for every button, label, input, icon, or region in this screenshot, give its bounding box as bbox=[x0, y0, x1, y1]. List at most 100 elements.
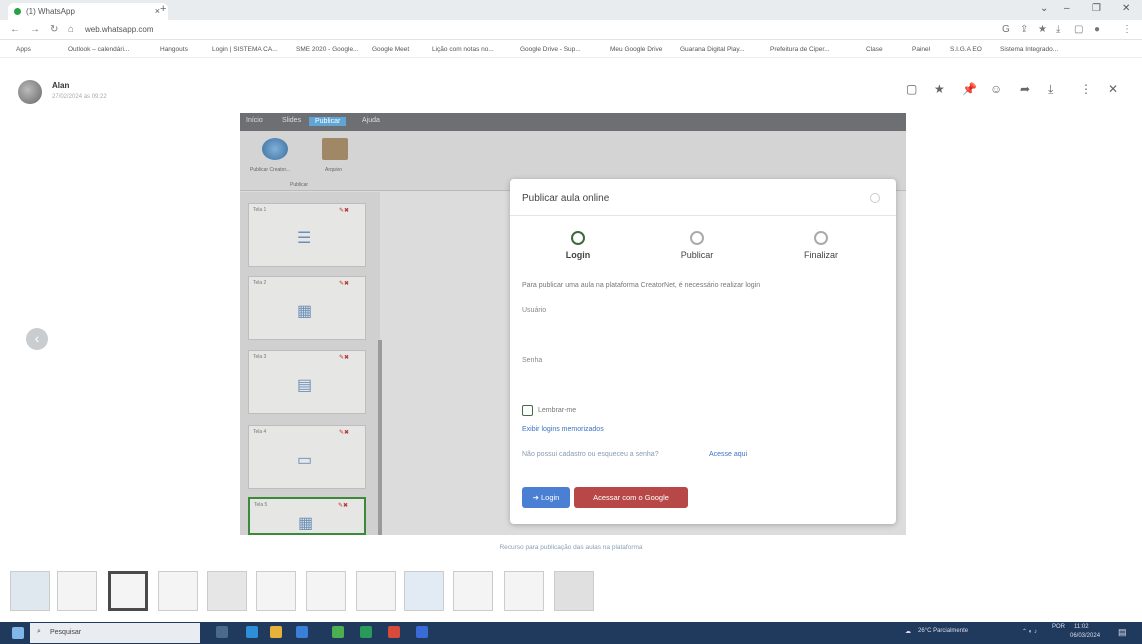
weather-text[interactable]: 26°C Parcialmente bbox=[918, 628, 968, 634]
bookmark-item[interactable]: Outlook – calendári... bbox=[68, 46, 129, 53]
media-thumbnail[interactable] bbox=[57, 571, 97, 611]
close-viewer-icon[interactable]: ✕ bbox=[1108, 82, 1118, 96]
mail-icon[interactable] bbox=[296, 626, 308, 638]
more-options-icon[interactable]: ⋮ bbox=[1080, 82, 1092, 96]
home-icon[interactable]: ⌂ bbox=[68, 24, 74, 35]
new-tab-icon[interactable]: + bbox=[160, 3, 166, 15]
close-window-icon[interactable]: ✕ bbox=[1122, 3, 1130, 14]
media-thumbnail[interactable] bbox=[356, 571, 396, 611]
access-here-link[interactable]: Acesse aqui bbox=[709, 451, 747, 458]
archive-icon[interactable] bbox=[322, 138, 348, 160]
back-icon[interactable]: ← bbox=[10, 24, 20, 35]
whatsapp-favicon-icon bbox=[14, 8, 21, 15]
menu-inicio[interactable]: Início bbox=[246, 117, 263, 124]
saved-logins-link[interactable]: Exibir logins memorizados bbox=[522, 426, 604, 433]
password-field[interactable] bbox=[522, 370, 882, 388]
menu-publicar[interactable]: Publicar bbox=[309, 117, 347, 126]
bookmark-item[interactable]: Sistema Integrado... bbox=[1000, 46, 1058, 53]
google-lens-icon[interactable]: G bbox=[1002, 24, 1010, 35]
slide-actions-icon[interactable]: ✎✖ bbox=[338, 502, 348, 509]
chat-icon[interactable]: ▢ bbox=[906, 82, 917, 96]
slide-actions-icon[interactable]: ✎✖ bbox=[339, 354, 349, 361]
bookmark-item[interactable]: Hangouts bbox=[160, 46, 188, 53]
bookmark-item[interactable]: Apps bbox=[16, 46, 31, 53]
media-thumbnail[interactable] bbox=[554, 571, 594, 611]
edge-icon[interactable] bbox=[246, 626, 258, 638]
word-icon[interactable] bbox=[416, 626, 428, 638]
language-indicator[interactable]: POR bbox=[1052, 624, 1065, 630]
slides-scrollbar[interactable] bbox=[378, 340, 382, 535]
share-icon[interactable]: ⇪ bbox=[1020, 24, 1028, 35]
slide-thumb[interactable]: Tela 4 ✎✖ ▭ bbox=[248, 425, 366, 489]
bookmark-item[interactable]: Meu Google Drive bbox=[610, 46, 662, 53]
dialog-divider bbox=[510, 215, 896, 216]
media-thumbnail[interactable] bbox=[453, 571, 493, 611]
login-button[interactable]: ➔ Login bbox=[522, 487, 570, 508]
browser-menu-icon[interactable]: ⋮ bbox=[1122, 24, 1132, 35]
download-icon[interactable]: ⤓ bbox=[1056, 24, 1060, 35]
restore-icon[interactable]: ❐ bbox=[1092, 3, 1101, 14]
bookmark-item[interactable]: Login | SISTEMA CA... bbox=[212, 46, 278, 53]
taskbar-search[interactable]: ⌕ Pesquisar bbox=[30, 623, 200, 643]
menu-ajuda[interactable]: Ajuda bbox=[362, 117, 380, 124]
task-view-icon[interactable] bbox=[216, 626, 228, 638]
browser-tab[interactable]: (1) WhatsApp × bbox=[8, 3, 168, 20]
globe-icon[interactable] bbox=[262, 138, 288, 160]
bookmark-item[interactable]: Clase bbox=[866, 46, 883, 53]
media-thumbnail[interactable] bbox=[504, 571, 544, 611]
clock-time[interactable]: 11:02 bbox=[1074, 624, 1089, 630]
menu-slides[interactable]: Slides bbox=[282, 117, 301, 124]
previous-media-icon[interactable]: ‹ bbox=[26, 328, 48, 350]
avatar[interactable] bbox=[18, 80, 42, 104]
bookmark-item[interactable]: SME 2020 - Google... bbox=[296, 46, 359, 53]
windows-start-icon[interactable] bbox=[12, 627, 24, 639]
slide-actions-icon[interactable]: ✎✖ bbox=[339, 280, 349, 287]
clock-date[interactable]: 06/03/2024 bbox=[1070, 633, 1100, 639]
weather-icon[interactable]: ☁ bbox=[905, 628, 911, 635]
media-thumbnail[interactable] bbox=[158, 571, 198, 611]
username-field[interactable] bbox=[522, 320, 882, 338]
remember-checkbox[interactable] bbox=[522, 405, 533, 416]
tab-list-icon[interactable]: ⌄ bbox=[1040, 3, 1048, 14]
excel-icon[interactable] bbox=[360, 626, 372, 638]
reload-icon[interactable]: ↻ bbox=[50, 24, 58, 35]
chrome-icon[interactable] bbox=[332, 626, 344, 638]
bookmark-star-icon[interactable]: ★ bbox=[1038, 24, 1047, 35]
bookmark-item[interactable]: Lição com notas no... bbox=[432, 46, 494, 53]
bookmark-item[interactable]: Google Meet bbox=[372, 46, 409, 53]
media-thumbnail[interactable] bbox=[404, 571, 444, 611]
bookmark-item[interactable]: Guarana Digital Play... bbox=[680, 46, 745, 53]
media-thumbnail[interactable] bbox=[306, 571, 346, 611]
media-thumbnail[interactable] bbox=[256, 571, 296, 611]
google-login-button[interactable]: Acessar com o Google bbox=[574, 487, 688, 508]
slide-thumb-selected[interactable]: Tela 5 ✎✖ ▦ bbox=[248, 497, 366, 535]
bookmark-item[interactable]: Painel bbox=[912, 46, 930, 53]
notifications-icon[interactable]: ▤ bbox=[1118, 627, 1127, 638]
slide-thumb[interactable]: Tela 3 ✎✖ ▤ bbox=[248, 350, 366, 414]
url-field[interactable]: web.whatsapp.com bbox=[85, 25, 153, 34]
minimize-icon[interactable]: – bbox=[1064, 3, 1070, 14]
media-thumbnail[interactable] bbox=[10, 571, 50, 611]
explorer-icon[interactable] bbox=[270, 626, 282, 638]
sidebar-icon[interactable]: ▢ bbox=[1074, 24, 1083, 35]
bookmark-item[interactable]: S.I.G.A EO bbox=[950, 46, 982, 53]
profile-icon[interactable]: ● bbox=[1094, 24, 1100, 35]
slide-thumb[interactable]: Tela 1 ✎✖ ☰ bbox=[248, 203, 366, 267]
bookmark-item[interactable]: Prefeitura de Ciper... bbox=[770, 46, 830, 53]
download-icon[interactable]: ⤓ bbox=[1048, 82, 1053, 97]
star-icon[interactable]: ★ bbox=[934, 82, 945, 96]
media-thumbnail-selected[interactable] bbox=[108, 571, 148, 611]
network-icon[interactable]: ⌃ ◐ ♪ bbox=[1022, 628, 1037, 635]
address-bar bbox=[0, 20, 1142, 40]
forward-icon[interactable]: → bbox=[30, 24, 40, 35]
media-thumbnail[interactable] bbox=[207, 571, 247, 611]
emoji-icon[interactable]: ☺ bbox=[990, 82, 1002, 96]
forward-icon[interactable]: ➦ bbox=[1020, 82, 1030, 96]
powerpoint-icon[interactable] bbox=[388, 626, 400, 638]
slide-thumb[interactable]: Tela 2 ✎✖ ▦ bbox=[248, 276, 366, 340]
bookmark-item[interactable]: Google Drive - Sup... bbox=[520, 46, 581, 53]
slide-actions-icon[interactable]: ✎✖ bbox=[339, 207, 349, 214]
slide-actions-icon[interactable]: ✎✖ bbox=[339, 429, 349, 436]
pin-icon[interactable]: 📌 bbox=[962, 82, 977, 96]
dialog-close-icon[interactable] bbox=[870, 193, 880, 203]
